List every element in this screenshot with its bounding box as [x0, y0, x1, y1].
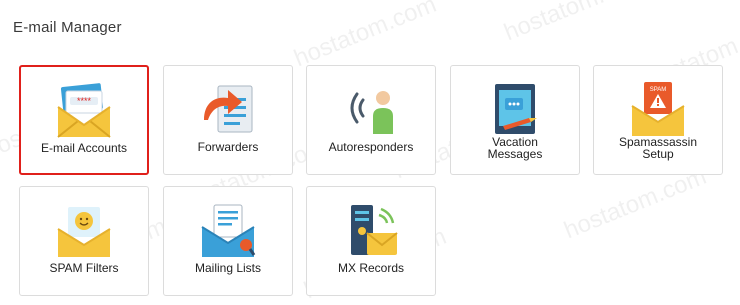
autoresponders-tile[interactable]: Autoresponders	[306, 65, 436, 175]
server-envelope-icon	[341, 201, 401, 259]
svg-text:SPAM: SPAM	[650, 87, 667, 93]
spamassassin-setup-tile[interactable]: SPAM Spamassassin Setup	[593, 65, 723, 175]
vacation-messages-tile[interactable]: Vacation Messages	[450, 65, 580, 175]
tile-label: Mailing Lists	[194, 261, 262, 275]
person-broadcast-icon	[341, 80, 401, 138]
tile-label: Vacation Messages	[453, 136, 577, 160]
spam-filters-tile[interactable]: SPAM Filters	[19, 186, 149, 296]
page-title: E-mail Manager	[13, 19, 122, 36]
tile-label: Forwarders	[197, 140, 259, 154]
smiley-envelope-icon	[54, 201, 114, 259]
tile-label-line2: Messages	[487, 147, 543, 161]
tile-label-line2: Setup	[642, 147, 674, 161]
mailing-list-envelope-icon	[198, 201, 258, 259]
tile-label: E-mail Accounts	[40, 141, 128, 155]
envelope-password-icon: ****	[54, 81, 114, 139]
vacation-message-icon	[485, 80, 545, 138]
mailing-lists-tile[interactable]: Mailing Lists	[163, 186, 293, 296]
tile-label: SPAM Filters	[49, 261, 119, 275]
watermark: hostatom.com	[290, 0, 441, 73]
tile-label: Spamassassin Setup	[596, 136, 720, 160]
watermark: hostatom.com	[560, 162, 711, 245]
tile-label: Autoresponders	[328, 140, 414, 154]
mx-records-tile[interactable]: MX Records	[306, 186, 436, 296]
tile-label: MX Records	[337, 261, 405, 275]
svg-text:****: ****	[77, 96, 92, 106]
forward-arrow-document-icon	[198, 80, 258, 138]
email-accounts-tile[interactable]: **** E-mail Accounts	[19, 65, 149, 175]
forwarders-tile[interactable]: Forwarders	[163, 65, 293, 175]
spam-warning-envelope-icon: SPAM	[628, 80, 688, 138]
watermark: hostatom.com	[500, 0, 651, 47]
